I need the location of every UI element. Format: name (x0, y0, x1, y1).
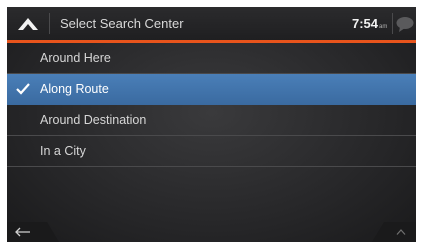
page-title: Select Search Center (60, 16, 184, 31)
list-item-around-here[interactable]: Around Here (7, 43, 416, 74)
back-button[interactable] (7, 222, 59, 242)
header-divider (49, 13, 50, 34)
chevron-up-icon (396, 229, 406, 235)
list-item-along-route[interactable]: Along Route (7, 74, 416, 105)
list-item-in-a-city[interactable]: In a City (7, 136, 416, 167)
clock-ampm: am (379, 24, 388, 30)
list-item-label: In a City (40, 144, 86, 158)
back-arrow-icon (15, 227, 30, 237)
list-item-label: Around Destination (40, 113, 147, 127)
header-bar: Select Search Center 7:54am (7, 7, 416, 40)
messages-button[interactable] (393, 7, 416, 40)
list-item-label: Around Here (40, 51, 111, 65)
list-divider (7, 166, 416, 167)
scroll-up-button[interactable] (372, 222, 416, 242)
clock-time: 7:54 (352, 16, 379, 31)
footer-bar (7, 222, 416, 242)
clock: 7:54am (352, 7, 387, 40)
checkmark-icon (16, 83, 30, 95)
search-center-list: Around Here Along Route Around Destinati… (7, 43, 416, 167)
list-item-label: Along Route (40, 82, 109, 96)
app-screen: Select Search Center 7:54am Around Here … (7, 7, 416, 242)
home-button[interactable] (7, 7, 49, 40)
chevron-up-icon (18, 17, 38, 30)
speech-bubble-icon (396, 16, 413, 32)
list-item-around-destination[interactable]: Around Destination (7, 105, 416, 136)
